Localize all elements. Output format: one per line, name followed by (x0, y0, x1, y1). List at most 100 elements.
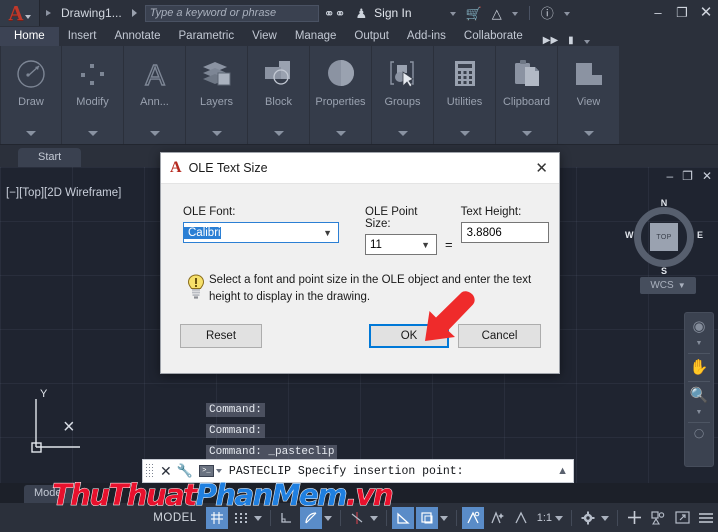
question-circle-icon[interactable]: ⓘ (541, 7, 554, 20)
chevron-down-icon[interactable] (215, 469, 222, 473)
view-cube-south-label[interactable]: S (626, 266, 702, 276)
object-snap-toggle[interactable] (391, 506, 414, 529)
panel-expand-caret-icon[interactable] (459, 131, 470, 136)
chevron-up-icon[interactable]: ▲ (557, 465, 568, 477)
ribbon-panel-modify[interactable]: Modify (62, 46, 124, 144)
wrench-icon[interactable]: 🔧 (177, 463, 193, 479)
annotation-visibility-toggle[interactable] (461, 506, 484, 529)
isolate-objects-button[interactable] (647, 507, 669, 529)
hardware-acceleration-toggle[interactable] (623, 507, 645, 529)
panel-expand-caret-icon[interactable] (149, 131, 160, 136)
ribbon-panel-utilities[interactable]: Utilities (434, 46, 496, 144)
tab-collaborate[interactable]: Collaborate (455, 27, 532, 46)
ole-point-size-combobox[interactable]: 11 ▼ (365, 234, 437, 255)
ole-font-combobox[interactable]: Calibri ▼ (183, 222, 339, 243)
isometric-caret-icon[interactable] (369, 516, 378, 521)
ribbon-panel-layers[interactable]: Layers (186, 46, 248, 144)
view-cube-west-label[interactable]: W (625, 230, 634, 240)
viewport-minimize-button[interactable]: – (666, 169, 673, 183)
autodesk-caret-icon[interactable] (511, 12, 518, 16)
zoom-extents-icon[interactable]: 🔍 (690, 388, 709, 403)
workspace-switching-button[interactable] (577, 507, 599, 529)
tab-manage[interactable]: Manage (286, 27, 346, 46)
tab-view[interactable]: View (243, 27, 286, 46)
shopping-cart-icon[interactable]: 🛒 (466, 7, 482, 20)
model-space-indicator[interactable]: MODEL (145, 512, 204, 524)
viewport-restore-button[interactable]: ❐ (682, 169, 693, 183)
panel-expand-caret-icon[interactable] (87, 131, 98, 136)
file-tab-start[interactable]: Start (18, 148, 82, 167)
tab-parametric[interactable]: Parametric (170, 27, 244, 46)
dialog-close-button[interactable]: ✕ (535, 161, 548, 176)
chevron-down-icon[interactable]: ▼ (678, 281, 686, 290)
navbar-caret-2-icon[interactable]: ▼ (696, 409, 703, 416)
search-input[interactable]: Type a keyword or phrase (144, 4, 319, 22)
pan-hand-icon[interactable]: ✋ (690, 360, 709, 375)
ribbon-panel-clipboard[interactable]: Clipboard (496, 46, 558, 144)
object-snap-3d-toggle[interactable] (415, 506, 438, 529)
application-menu-button[interactable]: A (0, 0, 40, 26)
fullscreen-toggle[interactable] (671, 507, 693, 529)
panel-expand-caret-icon[interactable] (521, 131, 532, 136)
view-cube-top-face[interactable]: TOP (650, 223, 678, 251)
window-minimize-button[interactable]: – (646, 0, 670, 26)
tab-output[interactable]: Output (345, 27, 398, 46)
tab-annotate[interactable]: Annotate (105, 27, 169, 46)
autodesk-triangle-icon[interactable]: △ (492, 7, 502, 20)
view-cube-east-label[interactable]: E (697, 230, 703, 240)
chevron-down-icon[interactable]: ▼ (421, 240, 430, 250)
polar-tracking-caret-icon[interactable] (323, 516, 332, 521)
tab-insert[interactable]: Insert (59, 27, 106, 46)
viewport-config-label[interactable]: [−][Top][2D Wireframe] (6, 187, 121, 199)
drag-grip-icon[interactable] (145, 463, 155, 479)
ribbon-panel-properties[interactable]: Properties (310, 46, 372, 144)
annotation-scale-value[interactable]: 1:1 (537, 512, 552, 524)
document-title-dropdown-icon[interactable] (131, 9, 137, 17)
help-caret-icon[interactable] (563, 12, 570, 16)
command-prompt-icon[interactable]: >_ (198, 465, 214, 477)
ribbon-minimize-caret-icon[interactable] (583, 40, 590, 44)
view-cube[interactable]: TOP N S W E (625, 198, 703, 276)
workspace-caret-icon[interactable] (601, 516, 609, 521)
binoculars-icon[interactable]: ⚭⚭ (324, 7, 346, 20)
navbar-caret-1-icon[interactable]: ▼ (696, 340, 703, 347)
quick-access-toolbar-arrow-icon[interactable] (46, 10, 51, 16)
ribbon-panel-block[interactable]: Block (248, 46, 310, 144)
ribbon-panel-view[interactable]: View (558, 46, 620, 144)
navigation-bar[interactable]: ◉ ▼ ✋ 🔍 ▼ ◯ (684, 312, 714, 467)
chevron-down-icon[interactable] (24, 14, 31, 19)
tab-addins[interactable]: Add-ins (398, 27, 455, 46)
text-height-input[interactable]: 3.8806 (460, 222, 549, 243)
panel-expand-caret-icon[interactable] (211, 131, 222, 136)
ribbon-panel-annotation[interactable]: A Ann... (124, 46, 186, 144)
wcs-dropdown[interactable]: WCS ▼ (640, 277, 696, 294)
close-icon[interactable]: ✕ (160, 464, 172, 478)
annotation-scale-caret-icon[interactable] (555, 516, 563, 521)
panel-expand-caret-icon[interactable] (583, 131, 594, 136)
viewport-close-button[interactable]: ✕ (702, 169, 712, 183)
panel-expand-caret-icon[interactable] (273, 131, 284, 136)
customization-menu-button[interactable] (695, 507, 717, 529)
ribbon-panel-groups[interactable]: Groups (372, 46, 434, 144)
panel-expand-caret-icon[interactable] (397, 131, 408, 136)
window-maximize-button[interactable]: ❐ (670, 0, 694, 26)
tab-home[interactable]: Home (0, 27, 59, 46)
panel-expand-caret-icon[interactable] (26, 131, 36, 136)
panel-expand-caret-icon[interactable] (335, 131, 346, 136)
autoscale-toggle[interactable] (486, 507, 508, 529)
command-line-input[interactable]: PASTECLIP Specify insertion point: (229, 465, 557, 478)
view-cube-north-label[interactable]: N (626, 198, 702, 208)
ribbon-minimize-icon[interactable]: ▮ (568, 36, 574, 46)
object-snap-caret-icon[interactable] (439, 516, 448, 521)
showmotion-icon[interactable]: ◯ (694, 429, 704, 438)
double-chevron-right-icon[interactable]: ▶▶ (543, 36, 558, 46)
window-close-button[interactable]: ✕ (694, 0, 718, 26)
ribbon-panel-draw[interactable]: Draw (0, 46, 62, 144)
reset-button[interactable]: Reset (180, 324, 262, 348)
sign-in-caret-icon[interactable] (449, 12, 456, 16)
snap-mode-caret-icon[interactable] (253, 516, 262, 521)
sign-in-button[interactable]: Sign In (374, 6, 411, 20)
steering-wheel-icon[interactable]: ◉ (692, 319, 705, 334)
annotation-monitor-toggle[interactable] (510, 507, 532, 529)
chevron-down-icon[interactable]: ▼ (323, 228, 332, 238)
